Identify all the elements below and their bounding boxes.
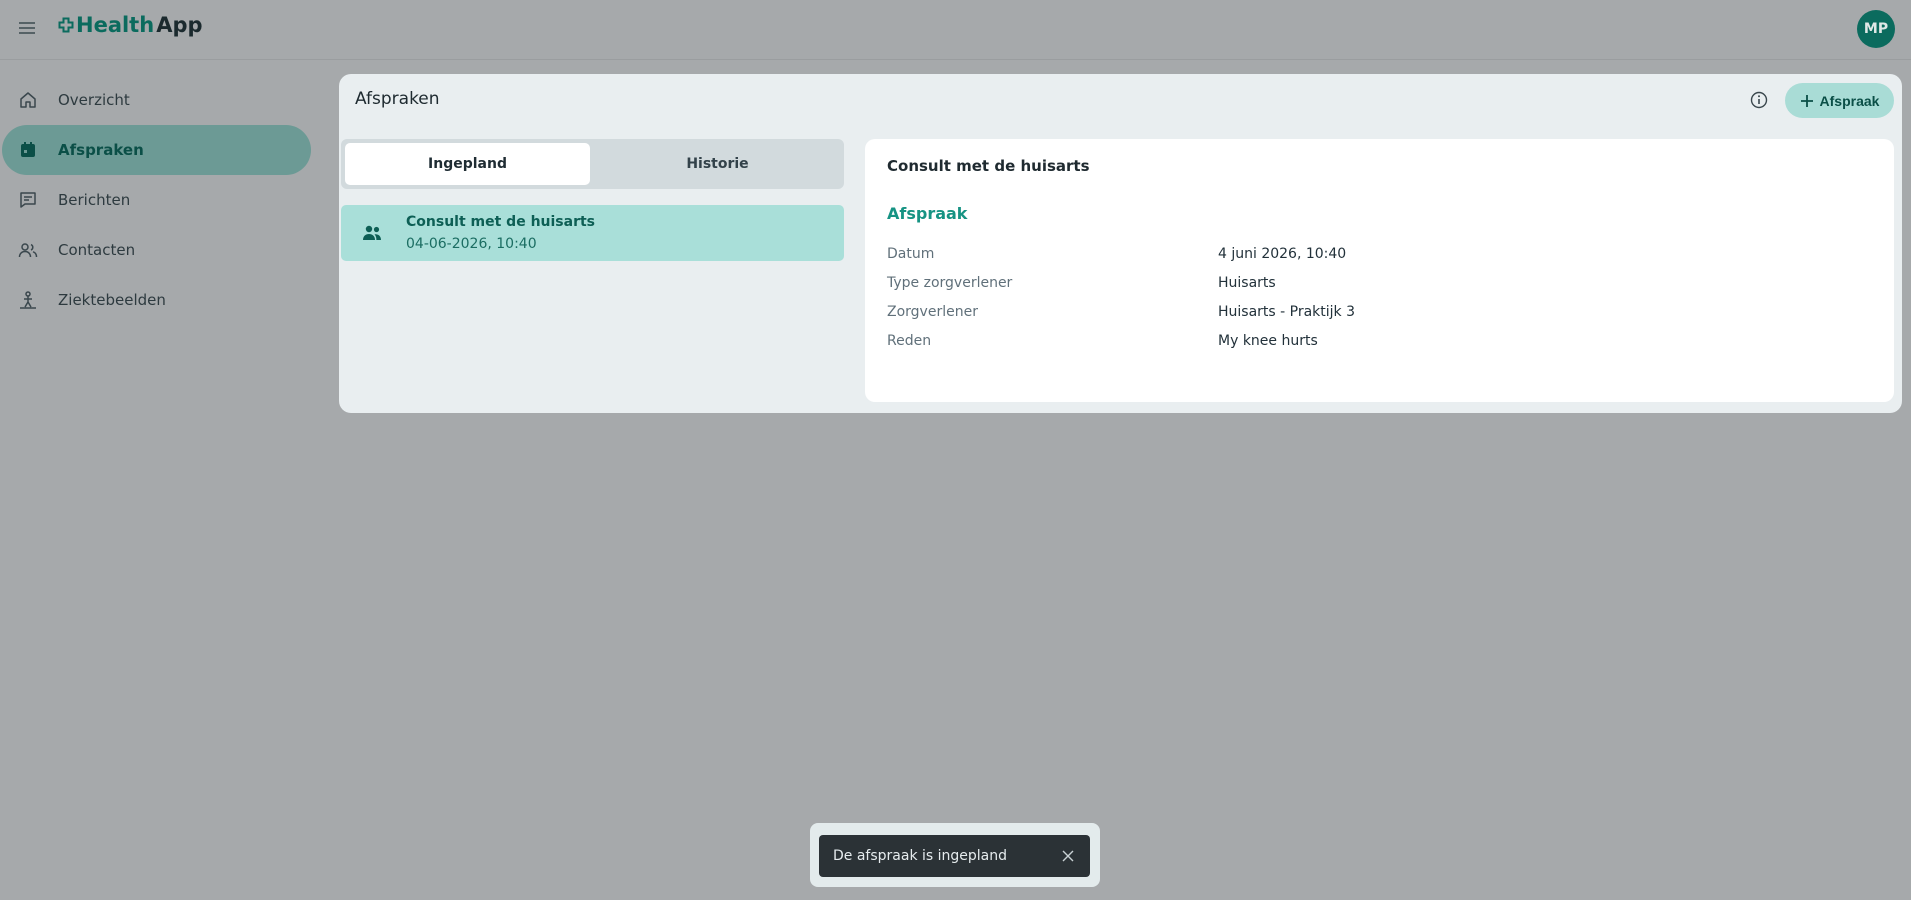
detail-value: 4 juni 2026, 10:40 (1218, 246, 1347, 262)
info-icon[interactable] (1749, 90, 1769, 110)
appointment-detail-card: Consult met de huisarts Afspraak Datum 4… (865, 139, 1894, 402)
snackbar-message: De afspraak is ingepland (833, 848, 1008, 864)
snackbar-container: De afspraak is ingepland (810, 823, 1100, 887)
close-icon[interactable] (1060, 848, 1076, 864)
logo-app-text: App (156, 13, 203, 37)
appointment-list-item[interactable]: Consult met de huisarts 04-06-2026, 10:4… (341, 205, 844, 261)
add-appointment-button[interactable]: Afspraak (1785, 83, 1894, 118)
sidebar-item-label: Berichten (58, 191, 131, 209)
page-title: Afspraken (355, 89, 440, 109)
detail-section-title: Afspraak (887, 204, 968, 223)
logo-health-text: Health (76, 13, 155, 37)
people-icon (18, 243, 38, 258)
condition-icon (20, 291, 36, 309)
detail-label: Zorgverlener (887, 304, 978, 320)
sidebar-item-ziektebeelden[interactable]: Ziektebeelden (2, 275, 311, 325)
sidebar-item-label: Ziektebeelden (58, 291, 166, 309)
appointment-title: Consult met de huisarts (406, 214, 596, 230)
sidebar-item-label: Contacten (58, 241, 136, 259)
sidebar-item-label: Afspraken (58, 141, 144, 159)
appointment-datetime: 04-06-2026, 10:40 (406, 236, 537, 252)
plus-icon (1800, 94, 1813, 107)
appointment-tabs: Ingepland Historie (341, 139, 844, 189)
sidebar-item-contacten[interactable]: Contacten (2, 225, 311, 275)
sidebar-item-overzicht[interactable]: Overzicht (2, 75, 311, 125)
home-icon (20, 92, 36, 108)
group-icon (363, 225, 381, 240)
hamburger-menu-icon[interactable] (16, 17, 38, 39)
detail-label: Datum (887, 246, 935, 262)
sidebar-item-label: Overzicht (58, 91, 130, 109)
avatar[interactable]: MP (1857, 10, 1895, 48)
sidebar: Overzicht Afspraken Berichten Contacten … (0, 75, 315, 325)
tab-historie[interactable]: Historie (595, 143, 840, 185)
sidebar-item-afspraken[interactable]: Afspraken (2, 125, 311, 175)
snackbar: De afspraak is ingepland (819, 835, 1090, 877)
tab-ingepland[interactable]: Ingepland (345, 143, 590, 185)
detail-title: Consult met de huisarts (887, 157, 1090, 175)
app-header: Health App MP (0, 0, 1911, 60)
chat-icon (20, 192, 36, 208)
app-logo[interactable]: Health App (58, 13, 203, 37)
calendar-icon (21, 142, 35, 157)
add-appointment-label: Afspraak (1819, 92, 1880, 109)
appointments-panel: Afspraken Afspraak Ingepland Historie Co… (339, 74, 1902, 413)
detail-value: Huisarts - Praktijk 3 (1218, 304, 1356, 320)
detail-label: Reden (887, 333, 932, 349)
detail-value: My knee hurts (1218, 333, 1318, 349)
detail-label: Type zorgverlener (887, 275, 1013, 291)
cross-logo-icon (58, 17, 74, 33)
detail-value: Huisarts (1218, 275, 1276, 291)
sidebar-item-berichten[interactable]: Berichten (2, 175, 311, 225)
